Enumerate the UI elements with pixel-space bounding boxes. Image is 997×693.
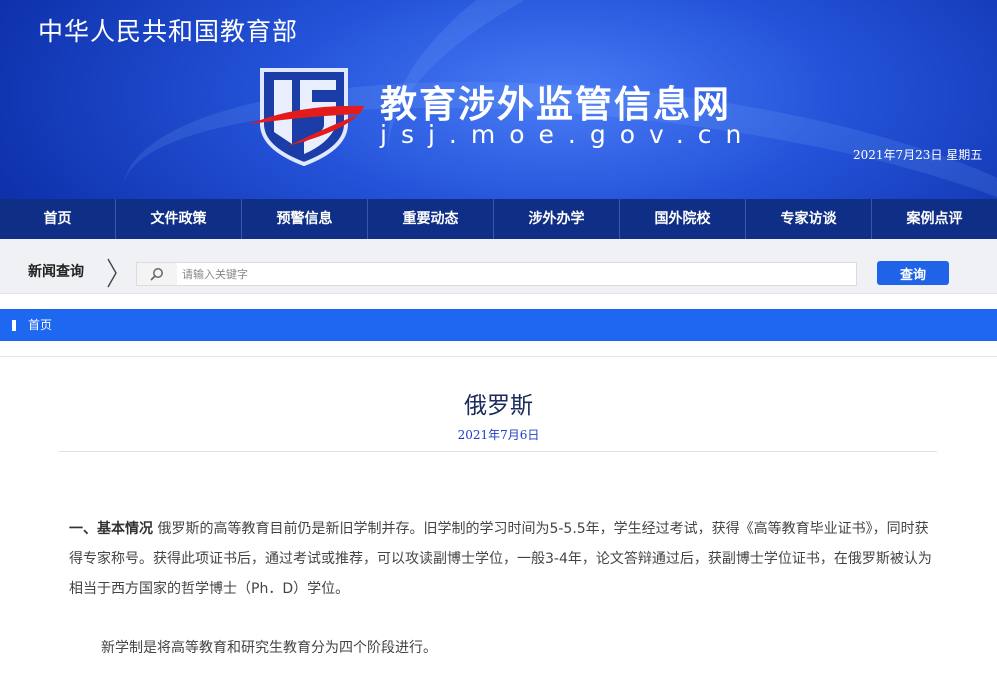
ministry-name[interactable]: 中华人民共和国教育部 bbox=[38, 12, 298, 48]
nav-item-cooperative-schools[interactable]: 涉外办学 bbox=[494, 199, 620, 239]
breadcrumb-home-link[interactable]: 首页 bbox=[28, 309, 52, 341]
article-paragraph: 一、基本情况 俄罗斯的高等教育目前仍是新旧学制并存。旧学制的学习时间为5-5.5… bbox=[69, 514, 933, 604]
nav-item-home[interactable]: 首页 bbox=[0, 199, 116, 239]
site-banner: 中华人民共和国教育部 教育涉外监管信息网 jsj.moe.gov.cn 2021… bbox=[0, 0, 997, 199]
nav-item-warning[interactable]: 预警信息 bbox=[242, 199, 368, 239]
nav-item-policy[interactable]: 文件政策 bbox=[116, 199, 242, 239]
article-paragraph: 新学制是将高等教育和研究生教育分为四个阶段进行。 bbox=[101, 640, 437, 656]
article-title: 俄罗斯 bbox=[464, 393, 533, 419]
divider bbox=[0, 356, 997, 357]
search-label: 新闻查询 bbox=[28, 264, 84, 280]
chevron-right-icon bbox=[107, 258, 117, 288]
nav-item-expert-interview[interactable]: 专家访谈 bbox=[746, 199, 872, 239]
search-input[interactable] bbox=[177, 263, 855, 285]
news-search-bar: 新闻查询 查询 bbox=[0, 239, 997, 294]
paragraph-text: 俄罗斯的高等教育目前仍是新旧学制并存。旧学制的学习时间为5-5.5年，学生经过考… bbox=[69, 521, 932, 597]
main-nav: 首页 文件政策 预警信息 重要动态 涉外办学 国外院校 专家访谈 案例点评 bbox=[0, 199, 997, 239]
nav-item-case-review[interactable]: 案例点评 bbox=[872, 199, 997, 239]
divider bbox=[58, 451, 937, 452]
section-heading: 一、基本情况 bbox=[69, 521, 153, 537]
search-box bbox=[136, 262, 857, 286]
current-date: 2021年7月23日 星期五 bbox=[853, 148, 983, 162]
nav-item-foreign-schools[interactable]: 国外院校 bbox=[620, 199, 746, 239]
search-button[interactable]: 查询 bbox=[877, 261, 949, 285]
search-icon bbox=[137, 263, 177, 285]
site-domain: jsj.moe.gov.cn bbox=[380, 120, 756, 149]
breadcrumb-marker bbox=[12, 320, 16, 331]
article-date: 2021年7月6日 bbox=[457, 428, 540, 442]
site-logo-icon bbox=[250, 68, 364, 166]
nav-item-news[interactable]: 重要动态 bbox=[368, 199, 494, 239]
breadcrumb: 首页 bbox=[0, 309, 997, 341]
